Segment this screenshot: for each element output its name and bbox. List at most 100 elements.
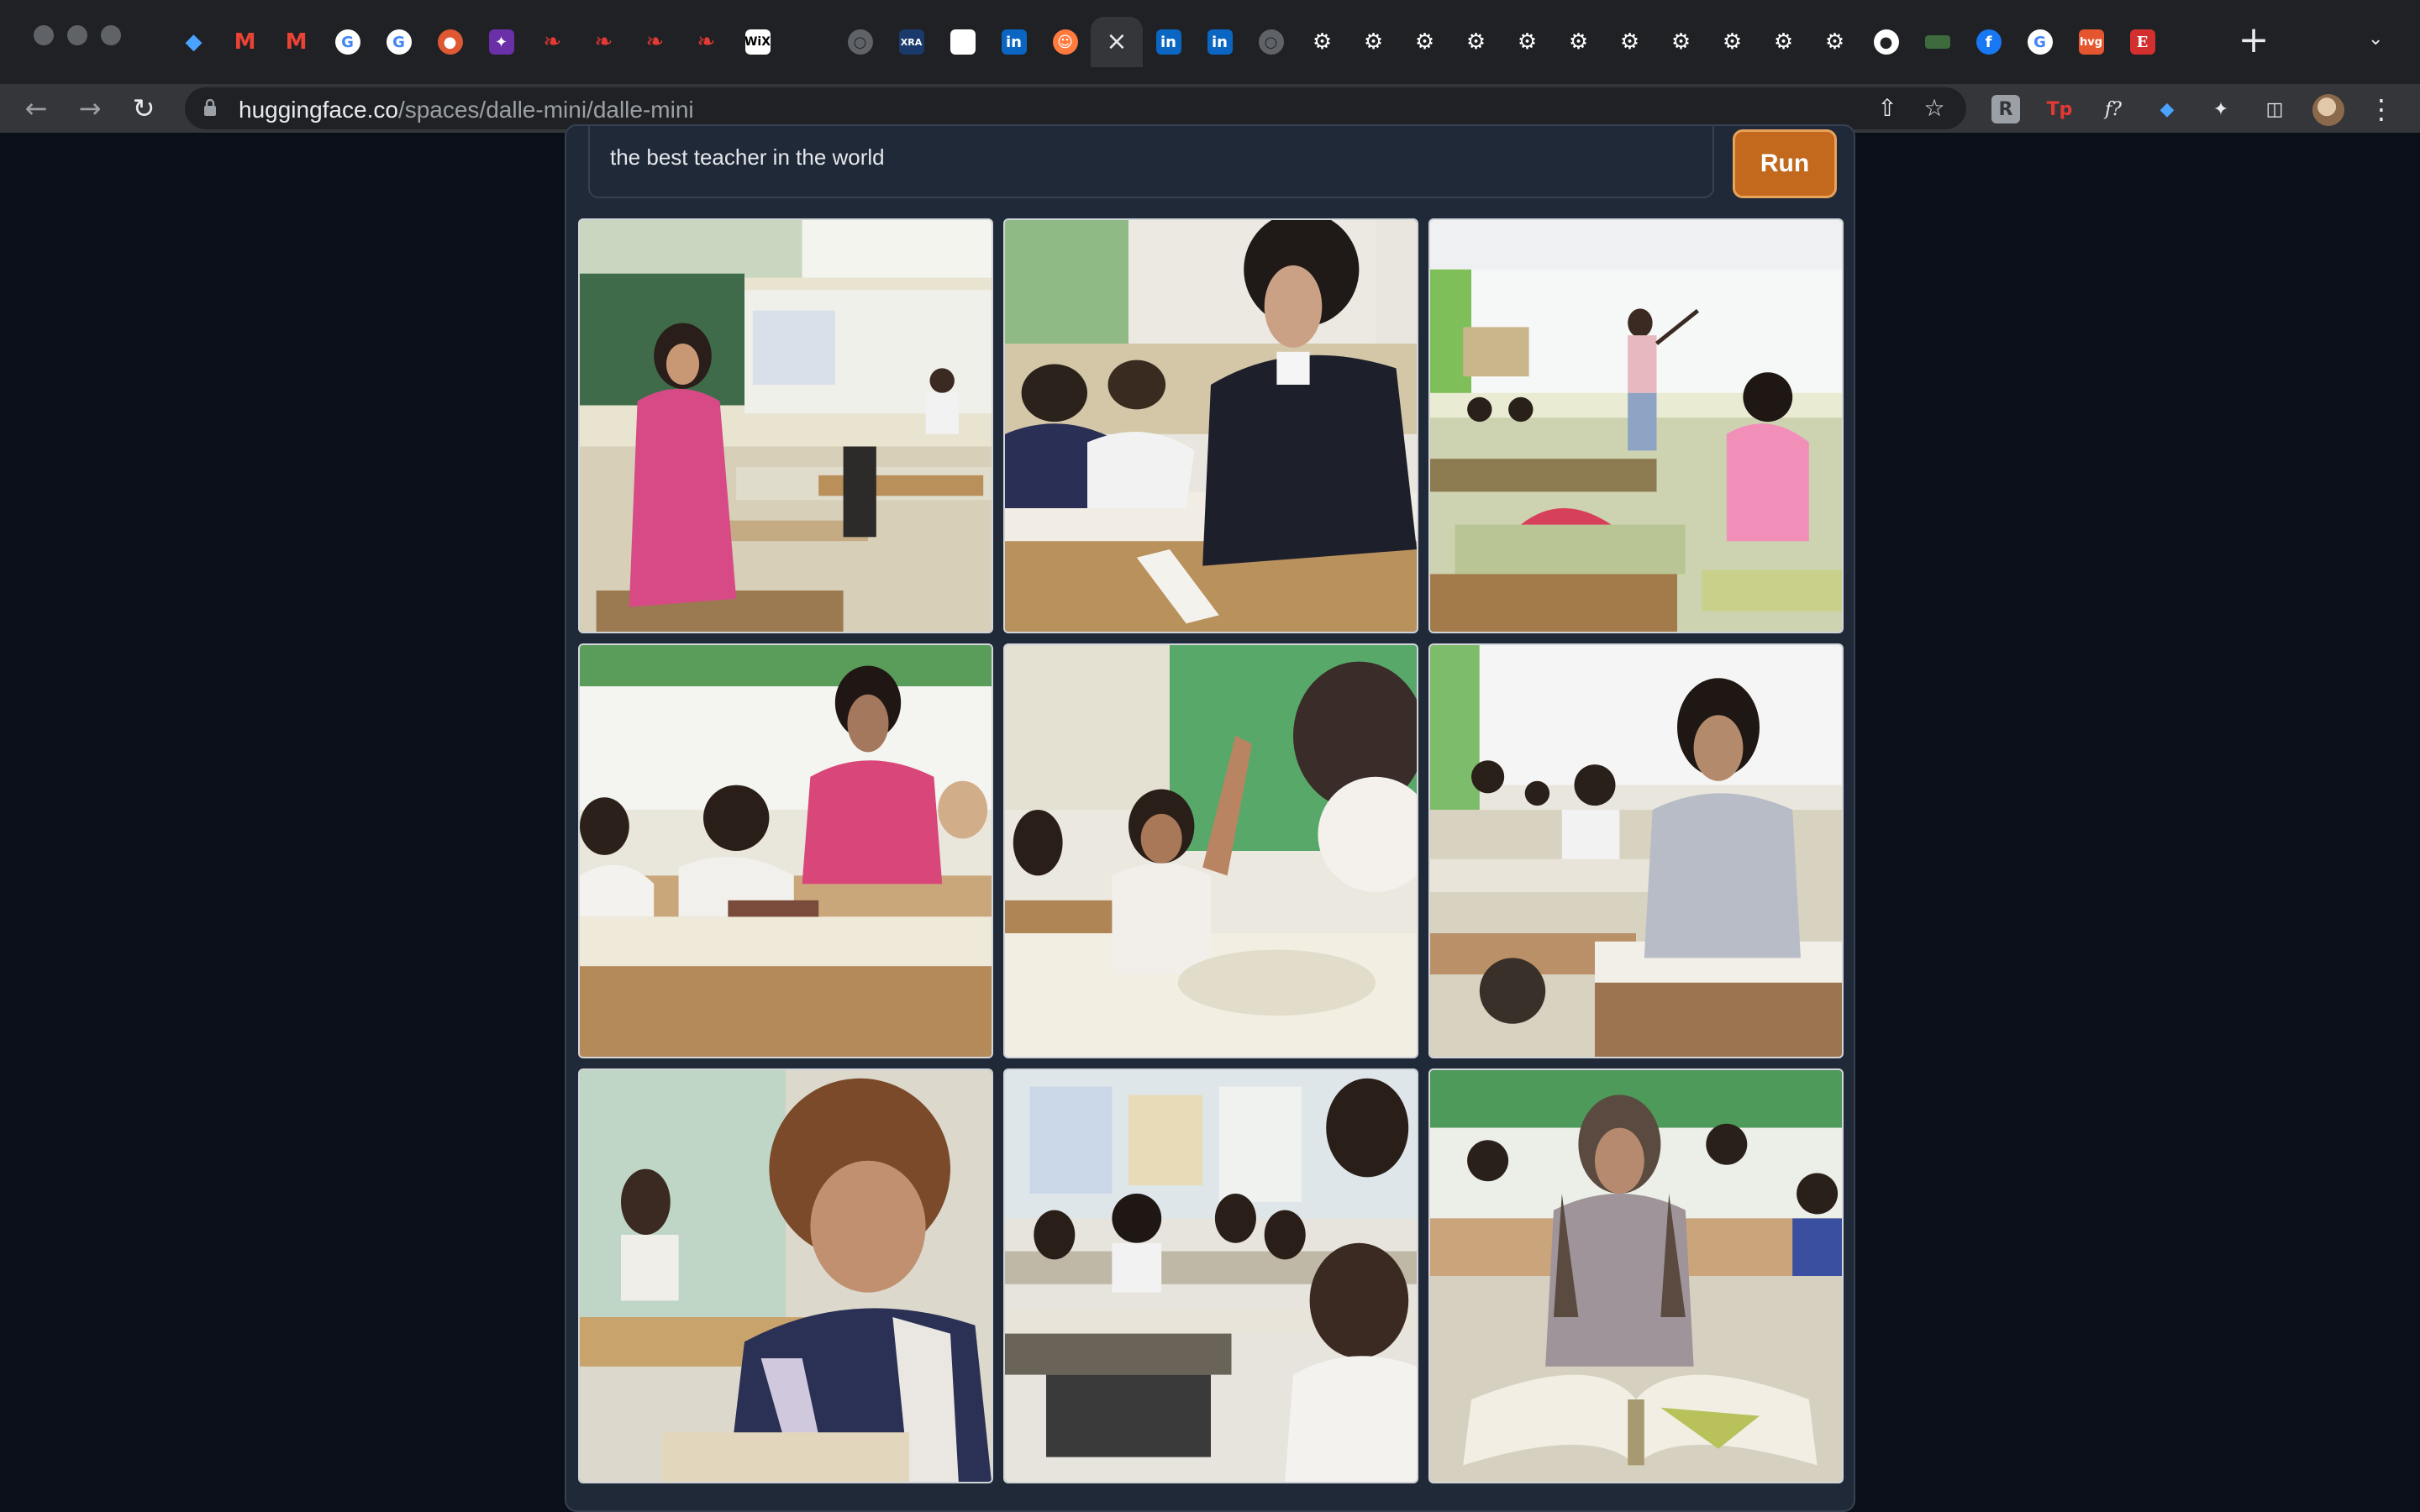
window-close-control[interactable] bbox=[34, 25, 54, 45]
e-icon: E bbox=[2129, 29, 2155, 55]
tab-globe[interactable]: ○ bbox=[834, 17, 886, 67]
tab-settings[interactable]: ⚙ bbox=[1707, 17, 1758, 67]
gear-icon: ⚙ bbox=[1773, 29, 1794, 55]
wix-icon: WiX bbox=[744, 29, 771, 55]
tab-linkedin[interactable]: in bbox=[988, 17, 1039, 67]
tab-facebook[interactable]: f bbox=[1963, 17, 2014, 67]
gem-icon: ◆ bbox=[185, 29, 203, 55]
generated-image[interactable] bbox=[1428, 643, 1844, 1058]
new-tab-button[interactable]: + bbox=[2233, 22, 2274, 62]
tab-strip: ◆ M M G G ● ✦ ❧ ❧ ❧ ❧ WiX ○ XRA in ☺ × i… bbox=[168, 17, 2168, 67]
tab-settings[interactable]: ⚙ bbox=[1553, 17, 1604, 67]
tab-blank[interactable] bbox=[783, 17, 834, 67]
tab-settings[interactable]: ⚙ bbox=[1502, 17, 1553, 67]
bookmark-star-icon[interactable]: ☆ bbox=[1921, 95, 1948, 122]
tab-hvg[interactable]: hvg bbox=[2065, 17, 2117, 67]
tab-active-dalle-mini[interactable]: × bbox=[1091, 17, 1143, 67]
generated-image-teacher-reading-book bbox=[1430, 1070, 1842, 1482]
browser-tab-bar: ◆ M M G G ● ✦ ❧ ❧ ❧ ❧ WiX ○ XRA in ☺ × i… bbox=[0, 0, 2420, 84]
tab-e[interactable]: E bbox=[2117, 17, 2168, 67]
tab-xra[interactable]: XRA bbox=[886, 17, 937, 67]
url-host: huggingface.co bbox=[239, 97, 398, 123]
profile-avatar[interactable] bbox=[2312, 94, 2344, 126]
tab-white-square[interactable] bbox=[937, 17, 988, 67]
tab-gmail[interactable]: M bbox=[271, 17, 322, 67]
red-bird-icon: ❧ bbox=[645, 29, 665, 55]
tab-red-bird[interactable]: ❧ bbox=[681, 17, 732, 67]
tab-purple-app[interactable]: ✦ bbox=[476, 17, 527, 67]
forward-arrow-icon[interactable]: → bbox=[69, 87, 111, 129]
tab-gmail[interactable]: M bbox=[219, 17, 271, 67]
gmail-icon: M bbox=[285, 29, 308, 55]
side-panel-icon[interactable]: ◫ bbox=[2260, 95, 2289, 123]
linkedin-icon: in bbox=[1155, 29, 1181, 55]
generated-image-teacher-whiteboard bbox=[1430, 220, 1842, 632]
tab-settings[interactable]: ⚙ bbox=[1399, 17, 1450, 67]
globe-icon: ○ bbox=[847, 29, 873, 55]
generated-image-students-at-desks bbox=[1005, 1070, 1417, 1482]
generated-image[interactable] bbox=[1003, 218, 1418, 633]
white-square-icon bbox=[950, 29, 976, 55]
extensions-puzzle-icon[interactable]: ✦ bbox=[2207, 95, 2235, 123]
tab-linkedin[interactable]: in bbox=[1194, 17, 1245, 67]
tab-gem[interactable]: ◆ bbox=[168, 17, 219, 67]
tab-google[interactable]: G bbox=[2014, 17, 2065, 67]
tab-settings[interactable]: ⚙ bbox=[1450, 17, 1502, 67]
google-icon: G bbox=[386, 29, 412, 55]
gear-icon: ⚙ bbox=[1670, 29, 1691, 55]
tab-google[interactable]: G bbox=[322, 17, 373, 67]
google-icon: G bbox=[334, 29, 360, 55]
generated-image[interactable] bbox=[578, 1068, 993, 1483]
tab-linkedin[interactable]: in bbox=[1143, 17, 1194, 67]
red-bird-icon: ❧ bbox=[594, 29, 613, 55]
tab-settings[interactable]: ⚙ bbox=[1348, 17, 1399, 67]
red-bird-icon: ❧ bbox=[543, 29, 562, 55]
generated-image[interactable] bbox=[1428, 1068, 1844, 1483]
generated-image[interactable] bbox=[1428, 218, 1844, 633]
prompt-input[interactable]: the best teacher in the world bbox=[588, 126, 1714, 198]
gear-icon: ⚙ bbox=[1517, 29, 1538, 55]
gear-icon: ⚙ bbox=[1824, 29, 1845, 55]
close-icon[interactable]: × bbox=[1106, 29, 1127, 55]
gear-icon: ⚙ bbox=[1363, 29, 1384, 55]
share-icon[interactable]: ⇧ bbox=[1874, 95, 1901, 122]
tab-huggingface[interactable]: ☺ bbox=[1039, 17, 1091, 67]
tab-red-bird[interactable]: ❧ bbox=[629, 17, 681, 67]
tab-settings[interactable]: ⚙ bbox=[1297, 17, 1348, 67]
reload-icon[interactable]: ↻ bbox=[123, 87, 165, 129]
generated-image-teacher-pink-dress bbox=[580, 220, 992, 632]
tab-github[interactable]: ● bbox=[1860, 17, 1912, 67]
gear-icon: ⚙ bbox=[1619, 29, 1640, 55]
address-bar[interactable]: huggingface.co/spaces/dalle-mini/dalle-m… bbox=[185, 87, 1966, 129]
generated-image[interactable] bbox=[1003, 643, 1418, 1058]
tab-wix[interactable]: WiX bbox=[732, 17, 783, 67]
tab-settings[interactable]: ⚙ bbox=[1655, 17, 1707, 67]
linkedin-icon: in bbox=[1001, 29, 1027, 55]
extension-f-icon[interactable]: f? bbox=[2099, 95, 2128, 123]
dalle-mini-app: the best teacher in the world Run bbox=[565, 124, 1855, 1512]
url-text[interactable]: huggingface.co/spaces/dalle-mini/dalle-m… bbox=[239, 97, 694, 123]
tab-duckduckgo[interactable]: ● bbox=[424, 17, 476, 67]
browser-menu-icon[interactable]: ⋮ bbox=[2368, 92, 2395, 126]
tab-green-app[interactable] bbox=[1912, 17, 1963, 67]
red-bird-icon: ❧ bbox=[697, 29, 716, 55]
generated-image[interactable] bbox=[1003, 1068, 1418, 1483]
tab-red-bird[interactable]: ❧ bbox=[578, 17, 629, 67]
extension-tp-icon[interactable]: Tp bbox=[2045, 95, 2074, 123]
window-zoom-control[interactable] bbox=[101, 25, 121, 45]
extension-gem-icon[interactable]: ◆ bbox=[2153, 95, 2181, 123]
back-arrow-icon[interactable]: ← bbox=[15, 87, 57, 129]
extension-r-icon[interactable]: R bbox=[1991, 95, 2020, 123]
generated-image[interactable] bbox=[578, 218, 993, 633]
tab-search-chevron-icon[interactable]: ⌄ bbox=[2368, 29, 2383, 50]
run-button[interactable]: Run bbox=[1733, 129, 1837, 198]
tab-settings[interactable]: ⚙ bbox=[1809, 17, 1860, 67]
github-icon: ● bbox=[1873, 29, 1899, 55]
tab-settings[interactable]: ⚙ bbox=[1604, 17, 1655, 67]
tab-globe[interactable]: ○ bbox=[1245, 17, 1297, 67]
window-minimize-control[interactable] bbox=[67, 25, 87, 45]
generated-image[interactable] bbox=[578, 643, 993, 1058]
tab-red-bird[interactable]: ❧ bbox=[527, 17, 578, 67]
tab-google[interactable]: G bbox=[373, 17, 424, 67]
tab-settings[interactable]: ⚙ bbox=[1758, 17, 1809, 67]
